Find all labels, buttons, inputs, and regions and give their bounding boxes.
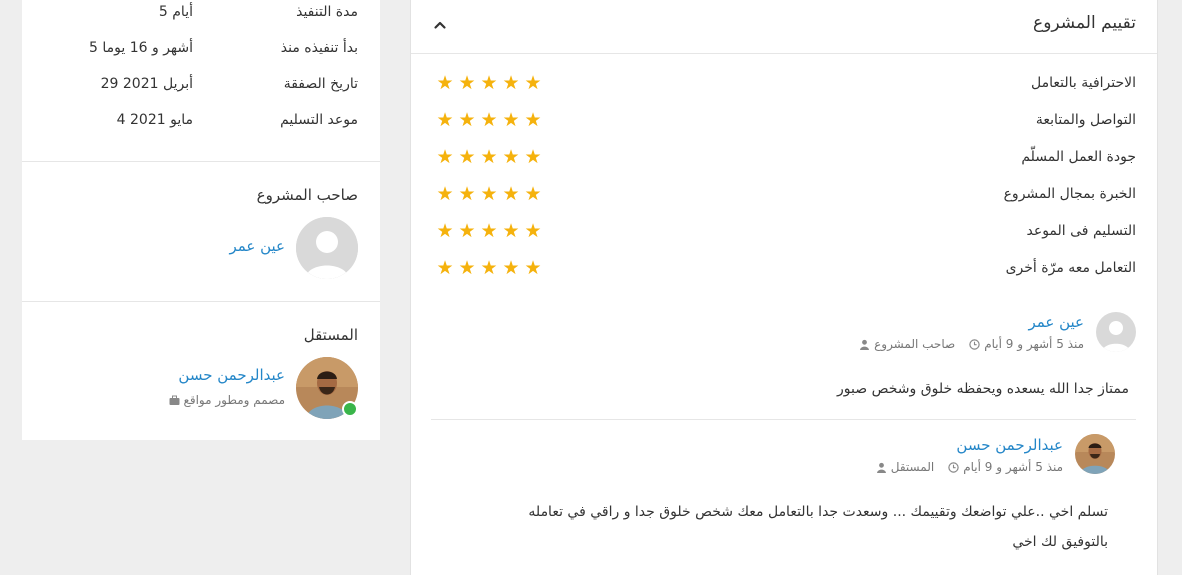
owner-name-link[interactable]: عين عمر (229, 237, 285, 255)
freelancer-role: مصمم ومطور مواقع (169, 393, 285, 407)
comment-divider (431, 419, 1136, 420)
star-rating: ★ ★ ★ ★ ★ (435, 110, 543, 132)
divider (22, 161, 380, 162)
rating-label: الاحترافية بالتعامل (1030, 75, 1136, 91)
comment-avatar-freelancer[interactable] (1075, 434, 1115, 474)
star-icon: ★ (524, 257, 542, 279)
freelancer-role-text: مصمم ومطور مواقع (183, 393, 285, 407)
owner-section-title: صاحب المشروع (256, 186, 358, 204)
star-icon: ★ (480, 146, 498, 168)
star-icon: ★ (480, 109, 498, 131)
meta-value: 4 مايو 2021 (116, 112, 193, 128)
owner-avatar[interactable] (296, 217, 358, 279)
star-icon: ★ (502, 220, 520, 242)
star-icon: ★ (502, 183, 520, 205)
star-icon: ★ (480, 220, 498, 242)
comment-author-link[interactable]: عبدالرحمن حسن (956, 436, 1063, 454)
comment-time: منذ 5 أشهر و 9 أيام (984, 337, 1084, 351)
star-icon: ★ (436, 183, 454, 205)
star-icon: ★ (436, 72, 454, 94)
meta-row-duration: مدة التنفيذ 5 أيام (22, 4, 380, 28)
star-icon: ★ (502, 109, 520, 131)
comment-author-role: صاحب المشروع (874, 337, 956, 351)
star-icon: ★ (458, 220, 476, 242)
star-icon: ★ (436, 146, 454, 168)
clock-icon (948, 461, 959, 473)
rating-label: التواصل والمتابعة (1035, 112, 1136, 128)
user-icon (859, 339, 870, 350)
star-rating: ★ ★ ★ ★ ★ (435, 73, 543, 95)
star-icon: ★ (458, 72, 476, 94)
meta-row-delivery-date: موعد التسليم 4 مايو 2021 (22, 112, 380, 136)
meta-label: تاريخ الصفقة (283, 76, 358, 92)
review-panel-title: تقييم المشروع (1033, 13, 1136, 33)
meta-value: 5 أشهر و 16 يوما (89, 40, 193, 56)
rating-label: جودة العمل المسلّم (1021, 149, 1136, 165)
comment-body: ممتاز جدا الله يسعده ويحفظه خلوق وشخص صب… (837, 374, 1129, 404)
rating-row: التسليم فى الموعد ★ ★ ★ ★ ★ (411, 221, 1157, 245)
freelancer-name-link[interactable]: عبدالرحمن حسن (178, 366, 285, 384)
default-user-icon (1096, 312, 1136, 352)
star-rating: ★ ★ ★ ★ ★ (435, 258, 543, 280)
comment-time: منذ 5 أشهر و 9 أيام (963, 460, 1063, 474)
star-icon: ★ (524, 146, 542, 168)
project-details-card: مدة التنفيذ 5 أيام بدأ تنفيذه منذ 5 أشهر… (22, 0, 380, 440)
review-panel-header[interactable]: تقييم المشروع (411, 0, 1157, 54)
star-icon: ★ (458, 257, 476, 279)
comment-author-link[interactable]: عين عمر (1028, 313, 1084, 331)
rating-label: التعامل معه مرّة أخرى (1005, 260, 1136, 276)
freelancer-section-title: المستقل (303, 326, 358, 344)
online-status-dot (342, 401, 358, 417)
meta-label: بدأ تنفيذه منذ (280, 40, 358, 56)
rating-label: التسليم فى الموعد (1026, 223, 1137, 239)
chevron-up-icon[interactable] (431, 16, 449, 34)
comment-line: ممتاز جدا الله يسعده ويحفظه خلوق وشخص صب… (837, 381, 1129, 397)
meta-label: مدة التنفيذ (296, 4, 358, 20)
comment-avatar-owner[interactable] (1096, 312, 1136, 352)
freelancer-photo (1075, 434, 1115, 474)
star-icon: ★ (524, 72, 542, 94)
comment-line: تسلم اخي ..علي تواضعك وتقييمك ... وسعدت … (528, 504, 1108, 520)
star-icon: ★ (502, 72, 520, 94)
star-icon: ★ (524, 109, 542, 131)
default-user-icon (296, 217, 358, 279)
star-rating: ★ ★ ★ ★ ★ (435, 147, 543, 169)
comment-meta: صاحب المشروع منذ 5 أشهر و 9 أيام (859, 337, 1084, 351)
rating-label: الخبرة بمجال المشروع (1003, 186, 1136, 202)
rating-row: جودة العمل المسلّم ★ ★ ★ ★ ★ (411, 147, 1157, 171)
star-icon: ★ (480, 257, 498, 279)
star-rating: ★ ★ ★ ★ ★ (435, 221, 543, 243)
rating-row: التواصل والمتابعة ★ ★ ★ ★ ★ (411, 110, 1157, 134)
meta-label: موعد التسليم (280, 112, 358, 128)
star-icon: ★ (524, 220, 542, 242)
comment-author-role: المستقل (890, 460, 935, 474)
star-icon: ★ (458, 183, 476, 205)
briefcase-icon (169, 395, 180, 406)
comment-body: تسلم اخي ..علي تواضعك وتقييمك ... وسعدت … (528, 497, 1108, 557)
star-icon: ★ (524, 183, 542, 205)
star-icon: ★ (502, 257, 520, 279)
star-rating: ★ ★ ★ ★ ★ (435, 184, 543, 206)
meta-row-started: بدأ تنفيذه منذ 5 أشهر و 16 يوما (22, 40, 380, 64)
star-icon: ★ (458, 109, 476, 131)
star-icon: ★ (480, 72, 498, 94)
rating-row: التعامل معه مرّة أخرى ★ ★ ★ ★ ★ (411, 258, 1157, 282)
project-review-panel: تقييم المشروع الاحترافية بالتعامل ★ ★ ★ ★ ★ … (410, 0, 1158, 575)
user-icon (876, 462, 887, 473)
clock-icon (969, 338, 980, 350)
star-icon: ★ (436, 220, 454, 242)
rating-row: الخبرة بمجال المشروع ★ ★ ★ ★ ★ (411, 184, 1157, 208)
star-icon: ★ (502, 146, 520, 168)
meta-value: 29 أبريل 2021 (100, 76, 193, 92)
star-icon: ★ (436, 109, 454, 131)
meta-row-deal-date: تاريخ الصفقة 29 أبريل 2021 (22, 76, 380, 100)
comment-line: بالتوفيق لك اخي (1012, 534, 1108, 550)
comment-meta: المستقل منذ 5 أشهر و 9 أيام (876, 460, 1063, 474)
star-icon: ★ (458, 146, 476, 168)
star-icon: ★ (480, 183, 498, 205)
meta-value: 5 أيام (158, 4, 193, 20)
rating-row: الاحترافية بالتعامل ★ ★ ★ ★ ★ (411, 73, 1157, 97)
star-icon: ★ (436, 257, 454, 279)
divider (22, 301, 380, 302)
